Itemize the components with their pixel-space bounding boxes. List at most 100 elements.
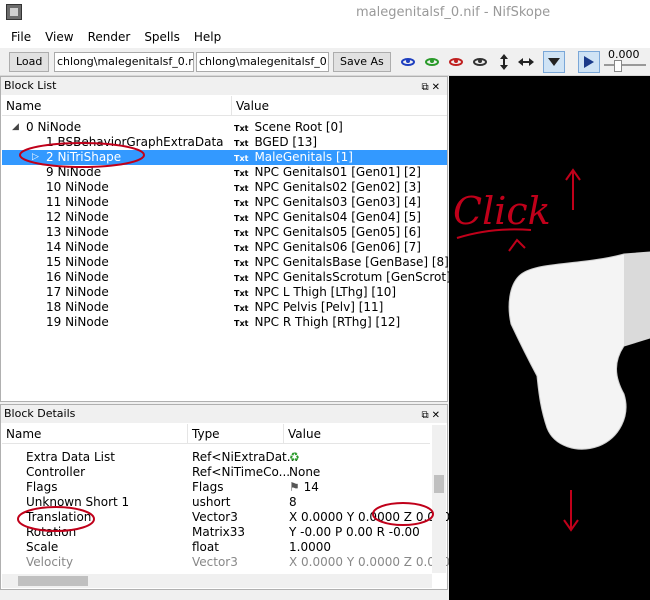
recycle-icon[interactable]: ♻ (289, 450, 300, 464)
annotation-caret-icon (508, 238, 526, 252)
flag-icon[interactable]: ⚑ (289, 480, 304, 494)
block-list-row[interactable]: 12 NiNode Txt NPC Genitals04 [Gen04] [5] (2, 210, 447, 225)
block-list-row[interactable]: 10 NiNode Txt NPC Genitals02 [Gen02] [3] (2, 180, 447, 195)
load-path-field[interactable]: chlong\malegenitalsf_0.nif (54, 52, 194, 72)
block-list-row[interactable]: 14 NiNode Txt NPC Genitals06 [Gen06] [7] (2, 240, 447, 255)
detail-type: Vector3 (192, 555, 238, 569)
menu-view[interactable]: View (38, 30, 80, 44)
block-name: 1 BSBehaviorGraphExtraData (46, 135, 224, 149)
block-name: 12 NiNode (46, 210, 109, 224)
detail-row[interactable]: Scale float 1.0000 (2, 540, 430, 555)
detail-value: Y -0.00 P 0.00 R -0.00 (289, 525, 420, 539)
txt-tag-icon: Txt (234, 169, 249, 178)
detail-type: float (192, 540, 219, 554)
detail-row[interactable]: Unknown Short 1 ushort 8 (2, 495, 430, 510)
block-value: NPC GenitalsBase [GenBase] [8] (254, 255, 449, 269)
block-value: NPC Genitals05 [Gen05] [6] (254, 225, 421, 239)
eye-blue-icon[interactable] (400, 54, 416, 70)
detail-row[interactable]: Flags Flags ⚑ 14 (2, 480, 430, 495)
block-value: BGED [13] (254, 135, 318, 149)
detail-row[interactable]: Controller Ref<NiTimeCo... None (2, 465, 430, 480)
menu-help[interactable]: Help (187, 30, 228, 44)
details-horizontal-scrollbar[interactable] (2, 574, 432, 588)
menu-file[interactable]: File (4, 30, 38, 44)
detail-value: None (289, 465, 321, 479)
detail-type: Matrix33 (192, 525, 246, 539)
detail-value: 14 (303, 480, 319, 494)
render-viewport[interactable]: Click (449, 76, 650, 600)
block-details-header: Name Type Value (2, 424, 430, 444)
detail-name: Translation (26, 510, 92, 524)
txt-tag-icon: Txt (234, 214, 249, 223)
toolbar: Load chlong\malegenitalsf_0.nif chlong\m… (0, 48, 650, 76)
block-list-row[interactable]: 9 NiNode Txt NPC Genitals01 [Gen01] [2] (2, 165, 447, 180)
eye-green-icon[interactable] (424, 54, 440, 70)
txt-tag-icon: Txt (234, 124, 249, 133)
horizontal-arrows-icon[interactable] (518, 54, 534, 70)
block-list-row[interactable]: 1 BSBehaviorGraphExtraData Txt BGED [13] (2, 135, 447, 150)
block-name: 13 NiNode (46, 225, 109, 239)
block-value: NPC GenitalsScrotum [GenScrot] [9] (254, 270, 472, 284)
col-name-header[interactable]: Name (2, 424, 188, 444)
detail-row[interactable]: Extra Data List Ref<NiExtraDat... ♻ (2, 450, 430, 465)
col-value-header[interactable]: Value (284, 424, 430, 444)
view-dropdown-icon[interactable] (543, 51, 565, 73)
load-button[interactable]: Load (9, 52, 50, 72)
detail-value: 8 (289, 495, 297, 509)
detail-value: 1.0000 (289, 540, 331, 554)
menu-render[interactable]: Render (81, 30, 138, 44)
block-name: 2 NiTriShape (46, 150, 122, 164)
detail-row[interactable]: Velocity Vector3 X 0.0000 Y 0.0000 Z 0.000… (2, 555, 458, 570)
block-details-title: Block Details ⧉✕ (1, 405, 447, 423)
block-list-row[interactable]: ◢ 0 NiNode Txt Scene Root [0] (2, 120, 447, 135)
block-list-row[interactable]: 19 NiNode Txt NPC R Thigh [RThg] [12] (2, 315, 447, 330)
block-name: 19 NiNode (46, 315, 109, 329)
eye-gray-icon[interactable] (472, 54, 488, 70)
block-list-row[interactable]: 11 NiNode Txt NPC Genitals03 [Gen03] [4] (2, 195, 447, 210)
expand-arrow-icon[interactable]: ◢ (12, 120, 19, 135)
menu-bar: File View Render Spells Help (0, 26, 650, 48)
save-path-field[interactable]: chlong\malegenitalsf_0.nif (196, 52, 329, 72)
vertical-arrows-icon[interactable] (496, 54, 512, 70)
panel-float-close-icon[interactable]: ⧉✕ (421, 79, 443, 97)
block-name: 15 NiNode (46, 255, 109, 269)
detail-name: Unknown Short 1 (26, 495, 130, 509)
col-name-header[interactable]: Name (2, 96, 232, 116)
detail-type: Flags (192, 480, 224, 494)
block-list-row[interactable]: 15 NiNode Txt NPC GenitalsBase [GenBase] [… (2, 255, 449, 270)
block-value: NPC Genitals04 [Gen04] [5] (254, 210, 421, 224)
block-list-title: Block List ⧉✕ (1, 77, 447, 95)
txt-tag-icon: Txt (234, 139, 249, 148)
block-value: Scene Root [0] (254, 120, 343, 134)
col-type-header[interactable]: Type (188, 424, 284, 444)
save-as-button[interactable]: Save As (333, 52, 391, 72)
detail-row[interactable]: Translation Vector3 X 0.0000 Y 0.0000 Z 0.… (2, 510, 458, 525)
detail-type: ushort (192, 495, 231, 509)
block-name: 14 NiNode (46, 240, 109, 254)
block-name: 0 NiNode (26, 120, 82, 134)
details-vertical-scrollbar[interactable] (432, 425, 446, 573)
panel-float-close-icon[interactable]: ⧉✕ (421, 407, 443, 425)
detail-type: Ref<NiTimeCo... (192, 465, 291, 479)
block-list-panel: Block List ⧉✕ Name Value ◢ 0 NiNode Txt Sce… (0, 76, 472, 402)
detail-type: Vector3 (192, 510, 238, 524)
col-value-header[interactable]: Value (232, 96, 447, 116)
detail-row[interactable]: Rotation Matrix33 Y -0.00 P 0.00 R -0.00 (2, 525, 430, 540)
collapse-arrow-icon[interactable]: ▷ (32, 150, 39, 165)
block-list-row[interactable]: 13 NiNode Txt NPC Genitals05 [Gen05] [6] (2, 225, 447, 240)
title-bar: malegenitalsf_0.nif - NifSkope (0, 0, 650, 26)
txt-tag-icon: Txt (234, 319, 249, 328)
time-slider[interactable] (604, 60, 646, 72)
block-value: NPC Genitals02 [Gen02] [3] (254, 180, 421, 194)
block-list-row[interactable]: ▷ 2 NiTriShape Txt MaleGenitals [1] (2, 150, 447, 165)
txt-tag-icon: Txt (234, 229, 249, 238)
detail-name: Controller (26, 465, 86, 479)
menu-spells[interactable]: Spells (137, 30, 187, 44)
detail-name: Scale (26, 540, 59, 554)
eye-red-icon[interactable] (448, 54, 464, 70)
block-list-row[interactable]: 16 NiNode Txt NPC GenitalsScrotum [GenScro… (2, 270, 472, 285)
play-icon[interactable] (578, 51, 600, 73)
block-list-row[interactable]: 17 NiNode Txt NPC L Thigh [LThg] [10] (2, 285, 447, 300)
block-list-row[interactable]: 18 NiNode Txt NPC Pelvis [Pelv] [11] (2, 300, 447, 315)
detail-name: Velocity (26, 555, 74, 569)
